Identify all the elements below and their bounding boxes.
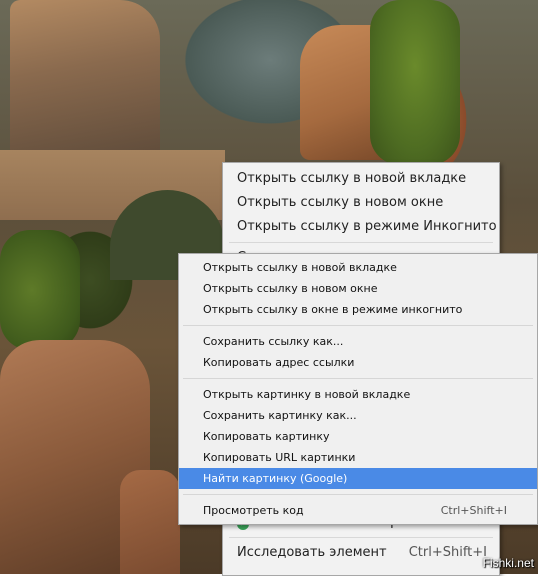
watermark: Fishki.net [482, 556, 534, 570]
menu-item-open-link-new-tab[interactable]: Открыть ссылку в новой вкладке [223, 167, 499, 191]
menu-item-open-link-new-window[interactable]: Открыть ссылку в новом окне [179, 278, 537, 299]
menu-separator [229, 242, 493, 243]
menu-separator [183, 494, 533, 495]
menu-item-shortcut: Ctrl+Shift+I [440, 504, 507, 517]
menu-item-search-image-google[interactable]: Найти картинку (Google) [179, 468, 537, 489]
menu-item-open-link-incognito[interactable]: Открыть ссылку в режиме Инкогнито [223, 215, 499, 239]
menu-item-open-link-incognito[interactable]: Открыть ссылку в окне в режиме инкогнито [179, 299, 537, 320]
rock-formation [10, 0, 160, 170]
menu-item-copy-image[interactable]: Копировать картинку [179, 426, 537, 447]
menu-separator [183, 378, 533, 379]
context-menu: Открыть ссылку в новой вкладке Открыть с… [178, 253, 538, 525]
menu-separator [229, 537, 493, 538]
menu-item-open-link-new-window[interactable]: Открыть ссылку в новом окне [223, 191, 499, 215]
menu-item-save-link-as[interactable]: Сохранить ссылку как... [179, 331, 537, 352]
menu-item-label: Исследовать элемент [237, 545, 387, 560]
rock-formation [120, 470, 180, 574]
tree-foliage [0, 230, 80, 350]
menu-item-view-source[interactable]: Просмотреть код Ctrl+Shift+I [179, 500, 537, 521]
menu-separator [183, 325, 533, 326]
menu-item-inspect-element[interactable]: Исследовать элемент Ctrl+Shift+I [223, 541, 499, 565]
menu-item-shortcut: Ctrl+Shift+I [408, 545, 487, 560]
menu-item-open-link-new-tab[interactable]: Открыть ссылку в новой вкладке [179, 257, 537, 278]
tree-foliage [370, 0, 460, 165]
menu-item-copy-image-url[interactable]: Копировать URL картинки [179, 447, 537, 468]
menu-item-save-image-as[interactable]: Сохранить картинку как... [179, 405, 537, 426]
menu-item-open-image-new-tab[interactable]: Открыть картинку в новой вкладке [179, 384, 537, 405]
menu-item-copy-link-address[interactable]: Копировать адрес ссылки [179, 352, 537, 373]
menu-item-label: Просмотреть код [203, 504, 304, 517]
